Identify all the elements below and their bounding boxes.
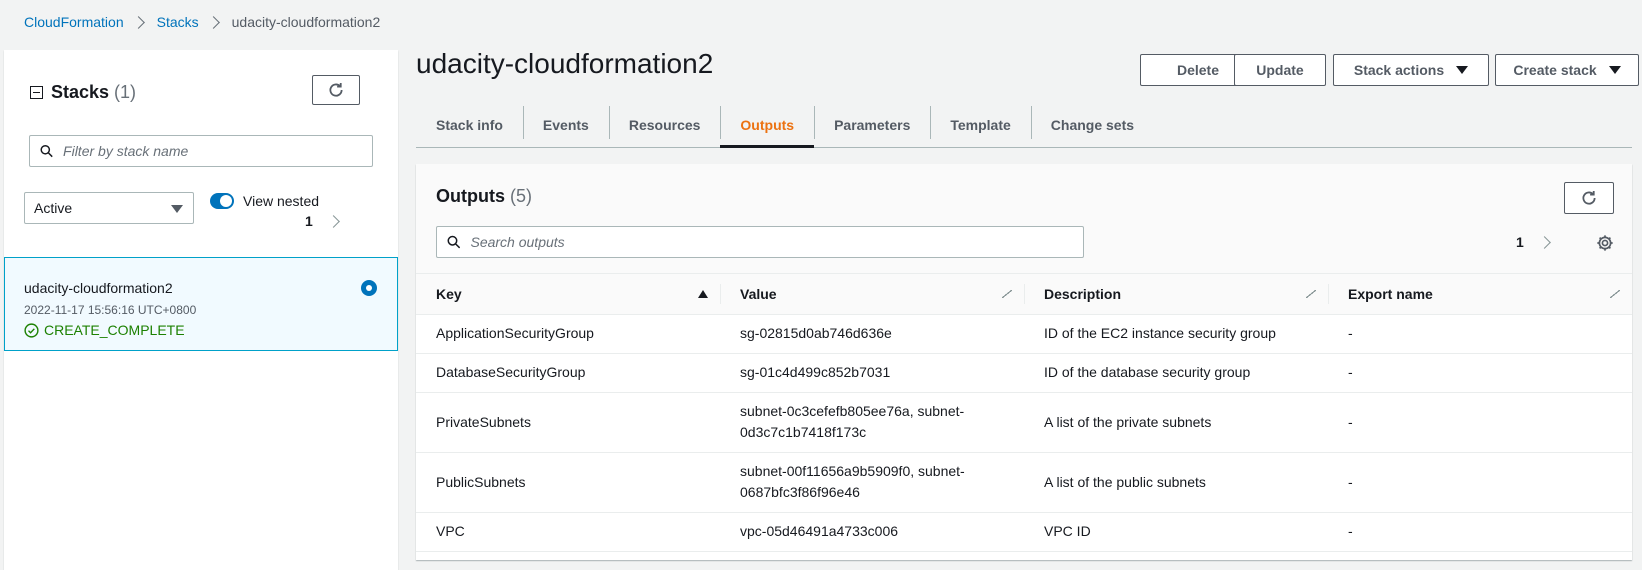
stacks-title-text: Stacks (51, 82, 110, 102)
breadcrumb-cloudformation[interactable]: CloudFormation (24, 14, 124, 30)
outputs-header: Outputs (5) 1 (416, 164, 1632, 295)
create-stack-button[interactable]: Create stack (1495, 54, 1639, 86)
create-stack-label: Create stack (1513, 62, 1597, 78)
search-icon (40, 144, 53, 158)
stack-filter-field[interactable] (29, 135, 373, 167)
table-row: PublicSubnets subnet-00f11656a9b5909f0, … (416, 452, 1632, 513)
column-header-key[interactable]: Key (416, 274, 720, 315)
stack-filter-input[interactable] (63, 143, 372, 159)
cell-export-name: - (1328, 452, 1632, 513)
cell-export-name: - (1328, 512, 1632, 552)
cell-value: subnet-00f11656a9b5909f0, subnet-0687bfc… (720, 452, 1024, 513)
stacks-refresh-button[interactable] (312, 75, 360, 105)
cell-description: ID of the EC2 instance security group (1024, 314, 1328, 354)
table-header-row: Key Value Description Export name (416, 274, 1632, 315)
view-nested-toggle[interactable]: View nested (210, 193, 319, 209)
stack-actions-label: Stack actions (1353, 62, 1445, 78)
cell-description: A list of the public subnets (1024, 452, 1328, 513)
update-button[interactable]: Update (1234, 54, 1326, 86)
toggle-switch[interactable] (210, 193, 234, 209)
table-row: DatabaseSecurityGroup sg-01c4d499c852b70… (416, 353, 1632, 393)
outputs-search-input[interactable] (470, 234, 1083, 250)
stacks-count: (1) (114, 82, 137, 102)
caret-down-icon (171, 205, 183, 213)
cell-value: subnet-0c3cefefb805ee76a, subnet-0d3c7c1… (720, 392, 1024, 453)
stack-actions-button[interactable]: Stack actions (1333, 54, 1489, 86)
chevron-right-icon[interactable] (326, 214, 340, 228)
table-row: ApplicationSecurityGroup sg-02815d0ab746… (416, 314, 1632, 354)
stack-date: 2022-11-17 15:56:16 UTC+0800 (24, 303, 197, 317)
table-row: PrivateSubnets subnet-0c3cefefb805ee76a,… (416, 392, 1632, 453)
stack-status: CREATE_COMPLETE (24, 322, 185, 338)
status-filter-value: Active (34, 200, 73, 216)
status-filter-select[interactable]: Active (24, 192, 194, 224)
outputs-table: Key Value Description Export name Applic… (416, 274, 1632, 552)
cell-description: ID of the database security group (1024, 353, 1328, 393)
cell-export-name: - (1328, 353, 1632, 393)
column-header-description[interactable]: Description (1024, 274, 1328, 315)
tab-events[interactable]: Events (522, 102, 609, 147)
breadcrumb: CloudFormation Stacks udacity-cloudforma… (24, 14, 380, 30)
refresh-icon (329, 83, 343, 97)
breadcrumb-stacks[interactable]: Stacks (157, 14, 199, 30)
stacks-panel-title: Stacks (1) (30, 82, 136, 103)
stack-radio-selected[interactable] (361, 280, 377, 296)
tab-resources[interactable]: Resources (608, 102, 721, 147)
stack-name[interactable]: udacity-cloudformation2 (24, 280, 173, 296)
sort-ascending-icon (698, 290, 708, 298)
cell-key: DatabaseSecurityGroup (416, 353, 720, 393)
stack-status-text: CREATE_COMPLETE (44, 322, 185, 338)
tab-template[interactable]: Template (930, 102, 1030, 147)
outputs-pagination: 1 (1502, 234, 1551, 295)
chevron-right-icon[interactable] (1537, 235, 1551, 249)
check-circle-icon (24, 322, 39, 338)
gear-icon[interactable] (1596, 234, 1614, 252)
tab-parameters[interactable]: Parameters (814, 102, 930, 147)
outputs-refresh-button[interactable] (1564, 182, 1614, 214)
cell-export-name: - (1328, 392, 1632, 453)
cell-description: VPC ID (1024, 512, 1328, 552)
page-title: udacity-cloudformation2 (416, 48, 714, 79)
outputs-count: (5) (510, 186, 533, 206)
outputs-page-number[interactable]: 1 (1516, 234, 1524, 250)
outputs-search-field[interactable] (436, 226, 1084, 258)
breadcrumb-current: udacity-cloudformation2 (231, 14, 381, 30)
cloudformation-console: CloudFormation Stacks udacity-cloudforma… (0, 0, 1642, 570)
sort-icon (1610, 290, 1620, 298)
search-icon (447, 235, 461, 249)
table-row: VPC vpc-05d46491a4733c006 VPC ID - (416, 512, 1632, 552)
cell-key: VPC (416, 512, 720, 552)
tab-change-sets[interactable]: Change sets (1030, 102, 1154, 147)
cell-value: vpc-05d46491a4733c006 (720, 512, 1024, 552)
column-header-value[interactable]: Value (720, 274, 1024, 315)
stack-tabs: Stack info Events Resources Outputs Para… (416, 102, 1632, 148)
stacks-panel: Stacks (1) Active View nested (4, 50, 398, 570)
caret-down-icon (1608, 66, 1621, 74)
chevron-right-icon (206, 15, 220, 29)
outputs-title: Outputs (5) (436, 186, 532, 207)
cell-key: PublicSubnets (416, 452, 720, 513)
stacks-pagination: 1 (291, 213, 340, 274)
sort-icon (1002, 290, 1012, 298)
cell-value: sg-01c4d499c852b7031 (720, 353, 1024, 393)
chevron-right-icon (131, 15, 145, 29)
cell-description: A list of the private subnets (1024, 392, 1328, 453)
tab-stack-info[interactable]: Stack info (416, 102, 523, 147)
stacks-page-number[interactable]: 1 (305, 213, 313, 229)
tab-outputs[interactable]: Outputs (720, 102, 814, 148)
stack-list-item[interactable]: udacity-cloudformation2 2022-11-17 15:56… (4, 257, 398, 351)
caret-down-icon (1456, 66, 1469, 74)
collapse-icon[interactable] (30, 86, 43, 99)
column-header-export-name[interactable]: Export name (1328, 274, 1632, 315)
cell-key: ApplicationSecurityGroup (416, 314, 720, 354)
cell-key: PrivateSubnets (416, 392, 720, 453)
cell-export-name: - (1328, 314, 1632, 354)
refresh-icon (1582, 191, 1596, 205)
sort-icon (1306, 290, 1316, 298)
outputs-panel: Outputs (5) 1 (416, 164, 1632, 560)
outputs-title-text: Outputs (436, 186, 505, 206)
cell-value: sg-02815d0ab746d636e (720, 314, 1024, 354)
view-nested-label: View nested (243, 193, 320, 209)
